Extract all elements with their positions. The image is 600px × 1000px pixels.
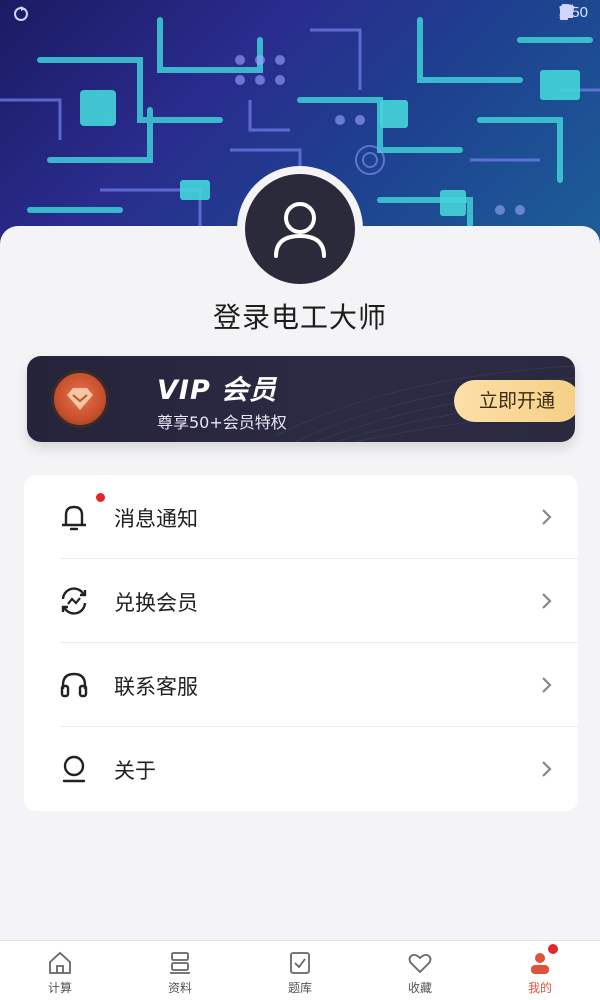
heart-icon [408,953,432,974]
menu-item-label: 兑换会员 [114,591,198,615]
vip-title: VIP 会员 [157,375,278,406]
bottom-tab-bar: 计算 资料 题库 收藏 我的 [0,940,600,1000]
open-vip-button[interactable]: 立即开通 [454,380,575,422]
menu-item-notifications[interactable]: 消息通知 [24,475,578,559]
user-icon [274,202,326,258]
tab-materials[interactable]: 资料 [120,941,240,1000]
vip-subtitle: 尊享50+会员特权 [157,413,287,432]
vip-card[interactable]: VIP 会员 尊享50+会员特权 立即开通 [27,356,575,442]
tab-favorites[interactable]: 收藏 [360,941,480,1000]
checklist-icon [290,952,310,974]
tab-calculate[interactable]: 计算 [0,941,120,1000]
person-icon [531,953,549,974]
menu-item-redeem-membership[interactable]: 兑换会员 [24,559,578,643]
login-title[interactable]: 登录电工大师 [0,296,600,336]
status-bar: 3:50 [0,0,600,28]
menu-item-about[interactable]: 关于 [24,727,578,811]
tab-question-bank[interactable]: 题库 [240,941,360,1000]
chevron-right-icon [542,761,552,777]
menu-item-contact-support[interactable]: 联系客服 [24,643,578,727]
diamond-icon [67,388,93,410]
menu-card: 消息通知 兑换会员 联系客服 关于 [24,475,578,811]
chevron-right-icon [542,509,552,525]
menu-item-label: 消息通知 [114,507,198,531]
tab-label: 题库 [287,981,312,995]
tab-label: 收藏 [407,981,432,995]
stack-icon [170,952,190,974]
headset-icon [60,672,88,698]
battery-icon [559,4,568,20]
tab-notification-dot [548,944,558,954]
bell-icon [62,505,86,531]
tab-label: 计算 [47,981,72,995]
tab-mine[interactable]: 我的 [480,941,600,1000]
tab-label: 我的 [527,981,552,995]
vip-badge [51,370,109,428]
menu-item-label: 关于 [114,759,156,783]
tab-label: 资料 [167,981,192,995]
exchange-icon [61,587,87,615]
about-icon [62,755,86,783]
home-icon [49,951,71,974]
avatar[interactable] [245,174,355,284]
chevron-right-icon [542,677,552,693]
sync-icon [14,6,28,21]
notification-dot [96,493,105,502]
chevron-right-icon [542,593,552,609]
menu-item-label: 联系客服 [114,675,198,699]
